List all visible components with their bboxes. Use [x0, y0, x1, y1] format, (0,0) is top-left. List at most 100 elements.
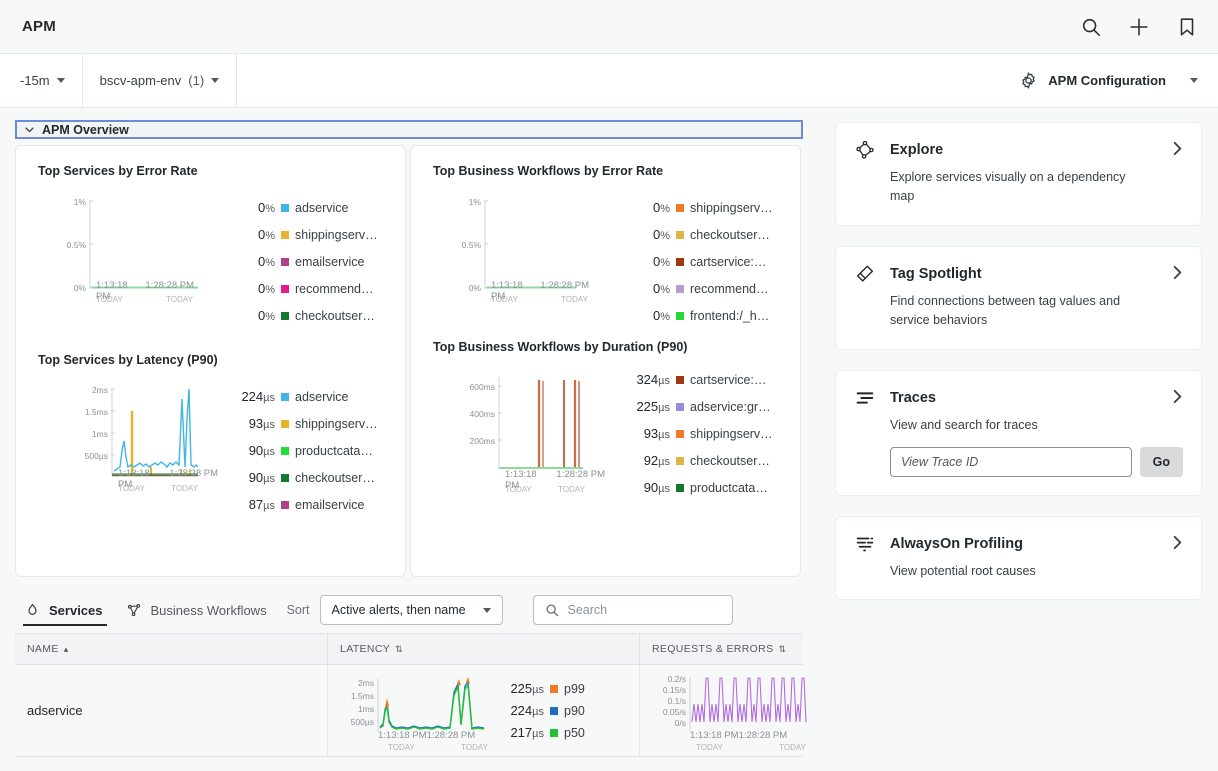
legend-item[interactable]: 90µs productcata… — [231, 437, 378, 464]
filter-bar-spacer — [237, 54, 1019, 107]
legend-swatch — [676, 429, 684, 438]
y-tick: 2ms — [358, 678, 374, 688]
legend-label: checkoutser… — [690, 227, 770, 242]
legend-item[interactable]: 0% checkoutser… — [231, 302, 378, 329]
chevron-down-icon — [211, 78, 220, 83]
x-tick-day: TODAY — [171, 484, 198, 493]
search-icon[interactable] — [1080, 16, 1102, 38]
legend-value: 0% — [652, 254, 670, 269]
legend-item[interactable]: 224µs p90 — [500, 700, 585, 722]
legend-label: p99 — [564, 681, 585, 696]
table-row[interactable]: adservice 2ms 1.5ms 1ms 500µs TODAY TODA… — [15, 662, 807, 759]
legend-swatch — [281, 392, 289, 401]
trace-id-input[interactable] — [890, 446, 1132, 477]
chart-plot[interactable]: 1% 0.5% 0% TODAY TODAY 1:13:18 PM 1:28:2… — [38, 190, 223, 329]
legend-item[interactable]: 87µs emailservice — [231, 491, 378, 518]
legend-item[interactable]: 90µs productcata… — [626, 474, 773, 501]
sort-select[interactable]: Active alerts, then name — [319, 595, 503, 625]
legend-item[interactable]: 0% recommend… — [626, 275, 773, 302]
chevron-right-icon[interactable] — [1170, 389, 1185, 404]
card-explore[interactable]: Explore Explore services visually on a d… — [835, 122, 1202, 226]
right-sidebar: Explore Explore services visually on a d… — [818, 108, 1218, 620]
card-tag-spotlight[interactable]: Tag Spotlight Find connections between t… — [835, 245, 1202, 350]
chart-card-latency-services: Top Services by Latency (P90) 2ms 1.5ms … — [16, 329, 405, 518]
card-traces[interactable]: Traces View and search for traces Go — [835, 369, 1202, 496]
apm-configuration-button[interactable]: APM Configuration — [1019, 54, 1218, 107]
legend-item[interactable]: 0% recommend… — [231, 275, 378, 302]
environment-picker[interactable]: bscv-apm-env (1) — [83, 54, 238, 107]
trace-go-button[interactable]: Go — [1139, 446, 1183, 477]
column-label: LATENCY — [340, 643, 391, 655]
legend-item[interactable]: 90µs checkoutser… — [231, 464, 378, 491]
chevron-right-icon[interactable] — [1170, 265, 1185, 280]
spotlight-icon — [856, 265, 874, 282]
chart-plot[interactable]: 2ms 1.5ms 1ms 500µs TODAY TODAY 1:13:18 … — [38, 379, 223, 518]
legend-label: checkoutser… — [295, 308, 375, 323]
chevron-right-icon[interactable] — [1170, 535, 1185, 550]
card-alwayson-profiling[interactable]: AlwaysOn Profiling View potential root c… — [835, 515, 1202, 601]
y-tick: 1% — [74, 197, 87, 207]
legend-swatch — [281, 500, 289, 509]
legend-value: 90µs — [248, 470, 275, 485]
legend-item[interactable]: 93µs shippingserv… — [231, 410, 378, 437]
column-header-name[interactable]: NAME ▴ — [15, 633, 327, 665]
tabs-bar: Services Business Workflows Sort Active … — [15, 587, 803, 633]
legend-swatch — [281, 473, 289, 482]
x-tick-left: 1:13:18 PM — [505, 469, 549, 491]
legend-item[interactable]: 0% shippingserv… — [231, 221, 378, 248]
y-tick: 0.2/s — [668, 674, 686, 684]
plus-icon[interactable] — [1128, 16, 1150, 38]
chart-card-error-rate-workflows: Top Business Workflows by Error Rate 1% … — [411, 146, 800, 329]
legend-item[interactable]: 0% emailservice — [231, 248, 378, 275]
legend-item[interactable]: 225µs adservice:gr… — [626, 393, 773, 420]
legend-item[interactable]: 93µs shippingserv… — [626, 420, 773, 447]
chart-row: 2ms 1.5ms 1ms 500µs TODAY TODAY 1:13:18 … — [38, 379, 405, 518]
legend-swatch — [676, 284, 684, 293]
requests-chart[interactable]: 0.2/s 0.15/s 0.1/s 0.05/s 0/s TODAY TODA… — [648, 662, 808, 759]
legend-item[interactable]: 0% checkoutser… — [626, 221, 773, 248]
legend-item[interactable]: 0% frontend:/_h… — [626, 302, 773, 329]
x-tick-left: 1:13:18 PM — [491, 280, 537, 302]
tab-business-workflows[interactable]: Business Workflows — [117, 587, 281, 633]
chart-plot[interactable]: 600ms 400ms 200ms TODAY TODAY 1:13:18 PM… — [433, 366, 618, 501]
time-range-label: -15m — [20, 73, 50, 88]
x-tick-label: 1:28:28 PM — [540, 280, 589, 291]
chevron-right-icon[interactable] — [1170, 141, 1185, 156]
y-tick: 0.15/s — [663, 685, 686, 695]
latency-chart[interactable]: 2ms 1.5ms 1ms 500µs TODAY TODAY 1:13:18 … — [332, 662, 492, 759]
card-header: Tag Spotlight — [854, 263, 1183, 285]
tab-services[interactable]: Services — [15, 587, 117, 633]
x-tick-day: TODAY — [388, 743, 415, 752]
filter-bar: -15m bscv-apm-env (1) APM Configuration — [0, 54, 1218, 108]
legend-item[interactable]: 224µs adservice — [231, 383, 378, 410]
column-label: NAME — [27, 643, 59, 655]
legend-value: 93µs — [248, 416, 275, 431]
search-box[interactable] — [532, 595, 733, 625]
legend-value: 0% — [652, 200, 670, 215]
legend-label: p50 — [564, 725, 585, 740]
legend-item[interactable]: 92µs checkoutser… — [626, 447, 773, 474]
legend-item[interactable]: 225µs p99 — [500, 678, 585, 700]
legend-label: p90 — [564, 703, 585, 718]
apm-overview-section-header[interactable]: APM Overview — [15, 120, 803, 139]
topbar-icon-group — [1080, 16, 1198, 38]
legend-swatch — [281, 311, 289, 320]
time-range-picker[interactable]: -15m — [0, 54, 83, 107]
y-tick: 600ms — [469, 382, 495, 392]
chart-title: Top Services by Error Rate — [38, 164, 198, 178]
bookmark-icon[interactable] — [1176, 16, 1198, 38]
column-header-requests-errors[interactable]: REQUESTS & ERRORS ⇅ — [639, 633, 803, 665]
chart-plot[interactable]: 1% 0.5% 0% TODAY TODAY 1:13:18 PM 1:28:2… — [433, 190, 618, 329]
legend-item[interactable]: 324µs cartservice:… — [626, 366, 773, 393]
chevron-down-icon[interactable] — [1190, 78, 1198, 83]
x-tick-label: 1:13:18 PM — [491, 280, 523, 302]
search-input[interactable] — [567, 603, 721, 617]
column-header-latency[interactable]: LATENCY ⇅ — [327, 633, 639, 665]
legend-item[interactable]: 217µs p50 — [500, 722, 585, 744]
card-header: AlwaysOn Profiling — [854, 533, 1183, 555]
chart-title: Top Business Workflows by Error Rate — [433, 164, 664, 178]
legend-item[interactable]: 0% adservice — [231, 194, 378, 221]
legend-swatch — [281, 446, 289, 455]
legend-item[interactable]: 0% cartservice:… — [626, 248, 773, 275]
legend-item[interactable]: 0% shippingserv… — [626, 194, 773, 221]
